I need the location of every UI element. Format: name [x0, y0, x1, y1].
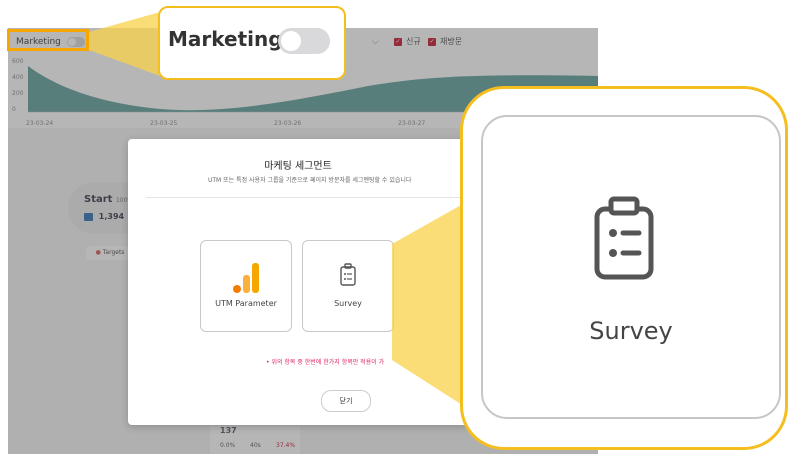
- toggle-knob: [281, 31, 301, 51]
- marketing-zoom-callout: Marketing: [158, 6, 346, 80]
- clipboard-list-icon: [594, 196, 654, 280]
- survey-zoom-callout: Survey: [460, 86, 788, 450]
- toggle-switch[interactable]: [278, 28, 330, 54]
- marketing-zoom-label: Marketing: [168, 27, 283, 51]
- survey-zoom-card: Survey: [481, 115, 781, 419]
- survey-zoom-label: Survey: [589, 317, 673, 345]
